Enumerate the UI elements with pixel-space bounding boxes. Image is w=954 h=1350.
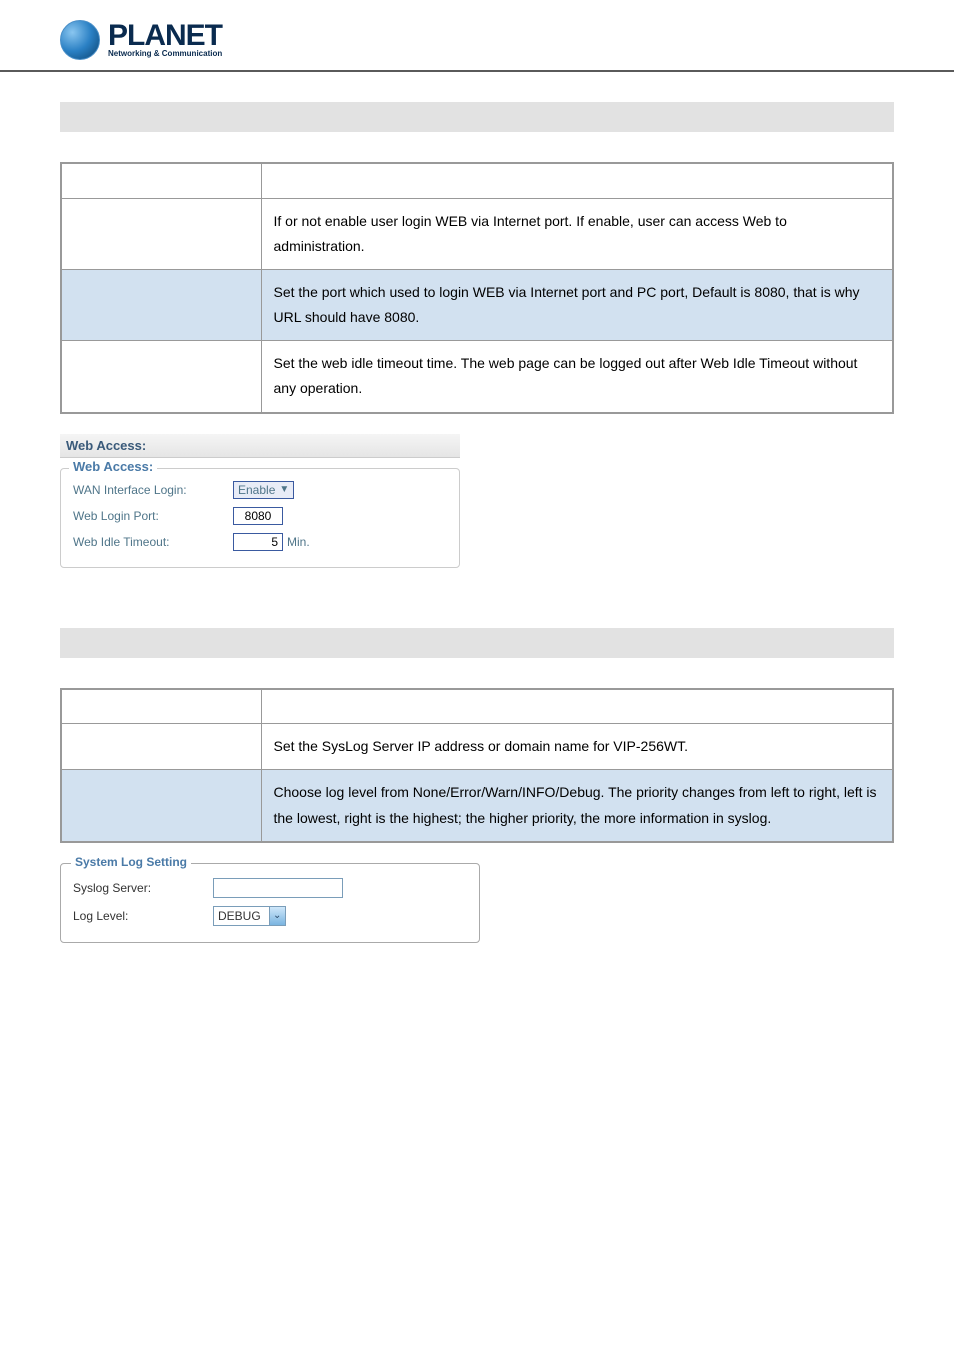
syslog-fieldset: System Log Setting Syslog Server: Log Le… bbox=[60, 863, 480, 943]
row-label bbox=[61, 724, 261, 770]
web-login-port-row: Web Login Port: bbox=[61, 503, 459, 529]
row-label bbox=[61, 770, 261, 842]
syslog-server-label: Syslog Server: bbox=[73, 881, 213, 895]
table-header-field bbox=[61, 689, 261, 724]
web-access-description-table: If or not enable user login WEB via Inte… bbox=[60, 162, 894, 414]
table-header-desc bbox=[261, 689, 893, 724]
syslog-server-input[interactable] bbox=[213, 878, 343, 898]
row-desc: Choose log level from None/Error/Warn/IN… bbox=[261, 770, 893, 842]
row-label bbox=[61, 198, 261, 269]
log-level-row: Log Level: DEBUG ⌄ bbox=[61, 902, 479, 930]
wan-interface-row: WAN Interface Login: Enable ▼ bbox=[61, 477, 459, 503]
wan-interface-label: WAN Interface Login: bbox=[73, 483, 233, 497]
section-bar-web-access bbox=[60, 102, 894, 132]
web-access-fieldset: Web Access: WAN Interface Login: Enable … bbox=[60, 468, 460, 568]
wan-interface-value: Enable bbox=[238, 483, 275, 497]
row-label bbox=[61, 341, 261, 413]
log-level-select[interactable]: DEBUG ⌄ bbox=[213, 906, 286, 926]
table-row: Set the port which used to login WEB via… bbox=[61, 269, 893, 340]
table-row: Set the SysLog Server IP address or doma… bbox=[61, 724, 893, 770]
table-header-field bbox=[61, 163, 261, 198]
logo-globe-icon bbox=[60, 20, 100, 60]
syslog-description-table: Set the SysLog Server IP address or doma… bbox=[60, 688, 894, 843]
wan-interface-select[interactable]: Enable ▼ bbox=[233, 481, 294, 499]
logo-brand: PLANET bbox=[108, 22, 222, 49]
web-idle-timeout-unit: Min. bbox=[287, 535, 310, 549]
logo-text: PLANET Networking & Communication bbox=[108, 22, 222, 58]
logo: PLANET Networking & Communication bbox=[60, 20, 954, 60]
table-row: Choose log level from None/Error/Warn/IN… bbox=[61, 770, 893, 842]
logo-tagline: Networking & Communication bbox=[108, 49, 222, 58]
syslog-legend: System Log Setting bbox=[71, 855, 191, 869]
web-login-port-label: Web Login Port: bbox=[73, 509, 233, 523]
row-desc: Set the SysLog Server IP address or doma… bbox=[261, 724, 893, 770]
chevron-down-icon: ⌄ bbox=[269, 907, 285, 925]
table-header-desc bbox=[261, 163, 893, 198]
web-access-legend: Web Access: bbox=[69, 459, 157, 474]
web-idle-timeout-row: Web Idle Timeout: Min. bbox=[61, 529, 459, 555]
syslog-screenshot: System Log Setting Syslog Server: Log Le… bbox=[60, 863, 480, 943]
row-label bbox=[61, 269, 261, 340]
web-idle-timeout-input[interactable] bbox=[233, 533, 283, 551]
web-login-port-input[interactable] bbox=[233, 507, 283, 525]
row-desc: Set the port which used to login WEB via… bbox=[261, 269, 893, 340]
log-level-label: Log Level: bbox=[73, 909, 213, 923]
page-content: If or not enable user login WEB via Inte… bbox=[0, 72, 954, 993]
section-bar-syslog bbox=[60, 628, 894, 658]
syslog-server-row: Syslog Server: bbox=[61, 874, 479, 902]
web-idle-timeout-label: Web Idle Timeout: bbox=[73, 535, 233, 549]
table-row: Set the web idle timeout time. The web p… bbox=[61, 341, 893, 413]
row-desc: Set the web idle timeout time. The web p… bbox=[261, 341, 893, 413]
table-row: If or not enable user login WEB via Inte… bbox=[61, 198, 893, 269]
web-access-shot-header: Web Access: bbox=[60, 434, 460, 458]
log-level-value: DEBUG bbox=[218, 909, 261, 923]
row-desc: If or not enable user login WEB via Inte… bbox=[261, 198, 893, 269]
chevron-down-icon: ▼ bbox=[279, 484, 289, 495]
page-header: PLANET Networking & Communication bbox=[0, 0, 954, 72]
web-access-screenshot: Web Access: Web Access: WAN Interface Lo… bbox=[60, 434, 460, 568]
